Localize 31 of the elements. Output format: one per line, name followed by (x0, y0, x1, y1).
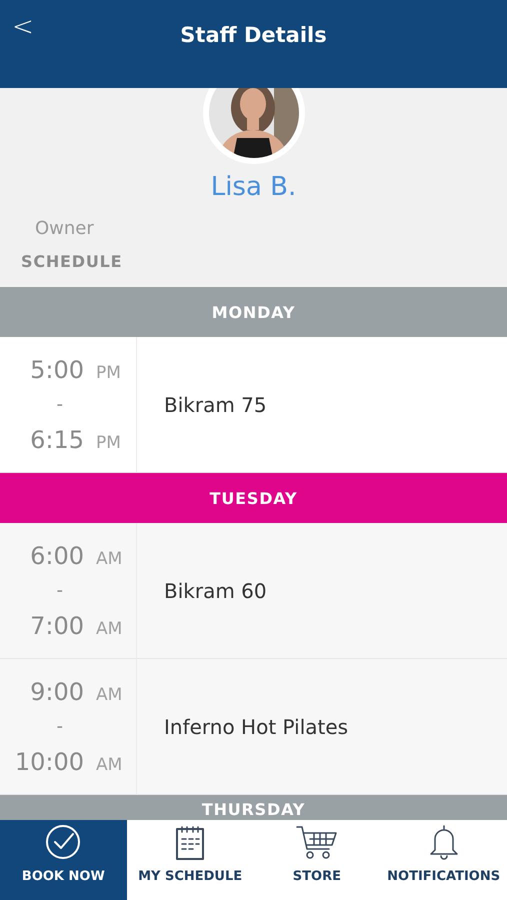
class-name: Bikram 75 (164, 392, 267, 418)
day-header: THURSDAY (0, 795, 507, 820)
calendar-icon (175, 824, 206, 860)
start-time: 6:00 (30, 540, 84, 572)
start-time: 9:00 (30, 676, 84, 708)
start-time: 5:00 (30, 354, 84, 386)
nav-tab[interactable]: BOOK NOW (0, 820, 127, 900)
time-separator: - (56, 393, 63, 417)
class-name: Bikram 60 (164, 578, 267, 604)
check-circle-icon (44, 822, 82, 860)
end-time: 10:00 (14, 746, 84, 778)
page-title: Staff Details (180, 22, 327, 49)
back-button[interactable]: < (12, 8, 34, 47)
period-label: AM (96, 548, 124, 570)
period-label: PM (96, 432, 122, 454)
period-label: PM (96, 362, 122, 384)
end-time: 6:15 (30, 424, 84, 456)
time-separator: - (56, 715, 63, 739)
period-label: AM (96, 618, 124, 640)
class-name: Inferno Hot Pilates (164, 714, 348, 740)
staff-name: Lisa B. (210, 171, 296, 204)
day-header: MONDAY (0, 287, 507, 337)
period-label: AM (96, 684, 124, 706)
day-header: TUESDAY (0, 473, 507, 523)
staff-role: Owner (35, 217, 94, 241)
class-row[interactable]: 6:00 AM - 7:00 AM Bikram 60 (0, 523, 507, 659)
cart-icon (296, 824, 338, 860)
section-heading: SCHEDULE (21, 251, 122, 273)
period-label: AM (96, 754, 124, 776)
end-time: 7:00 (30, 610, 84, 642)
time-separator: - (56, 579, 63, 603)
